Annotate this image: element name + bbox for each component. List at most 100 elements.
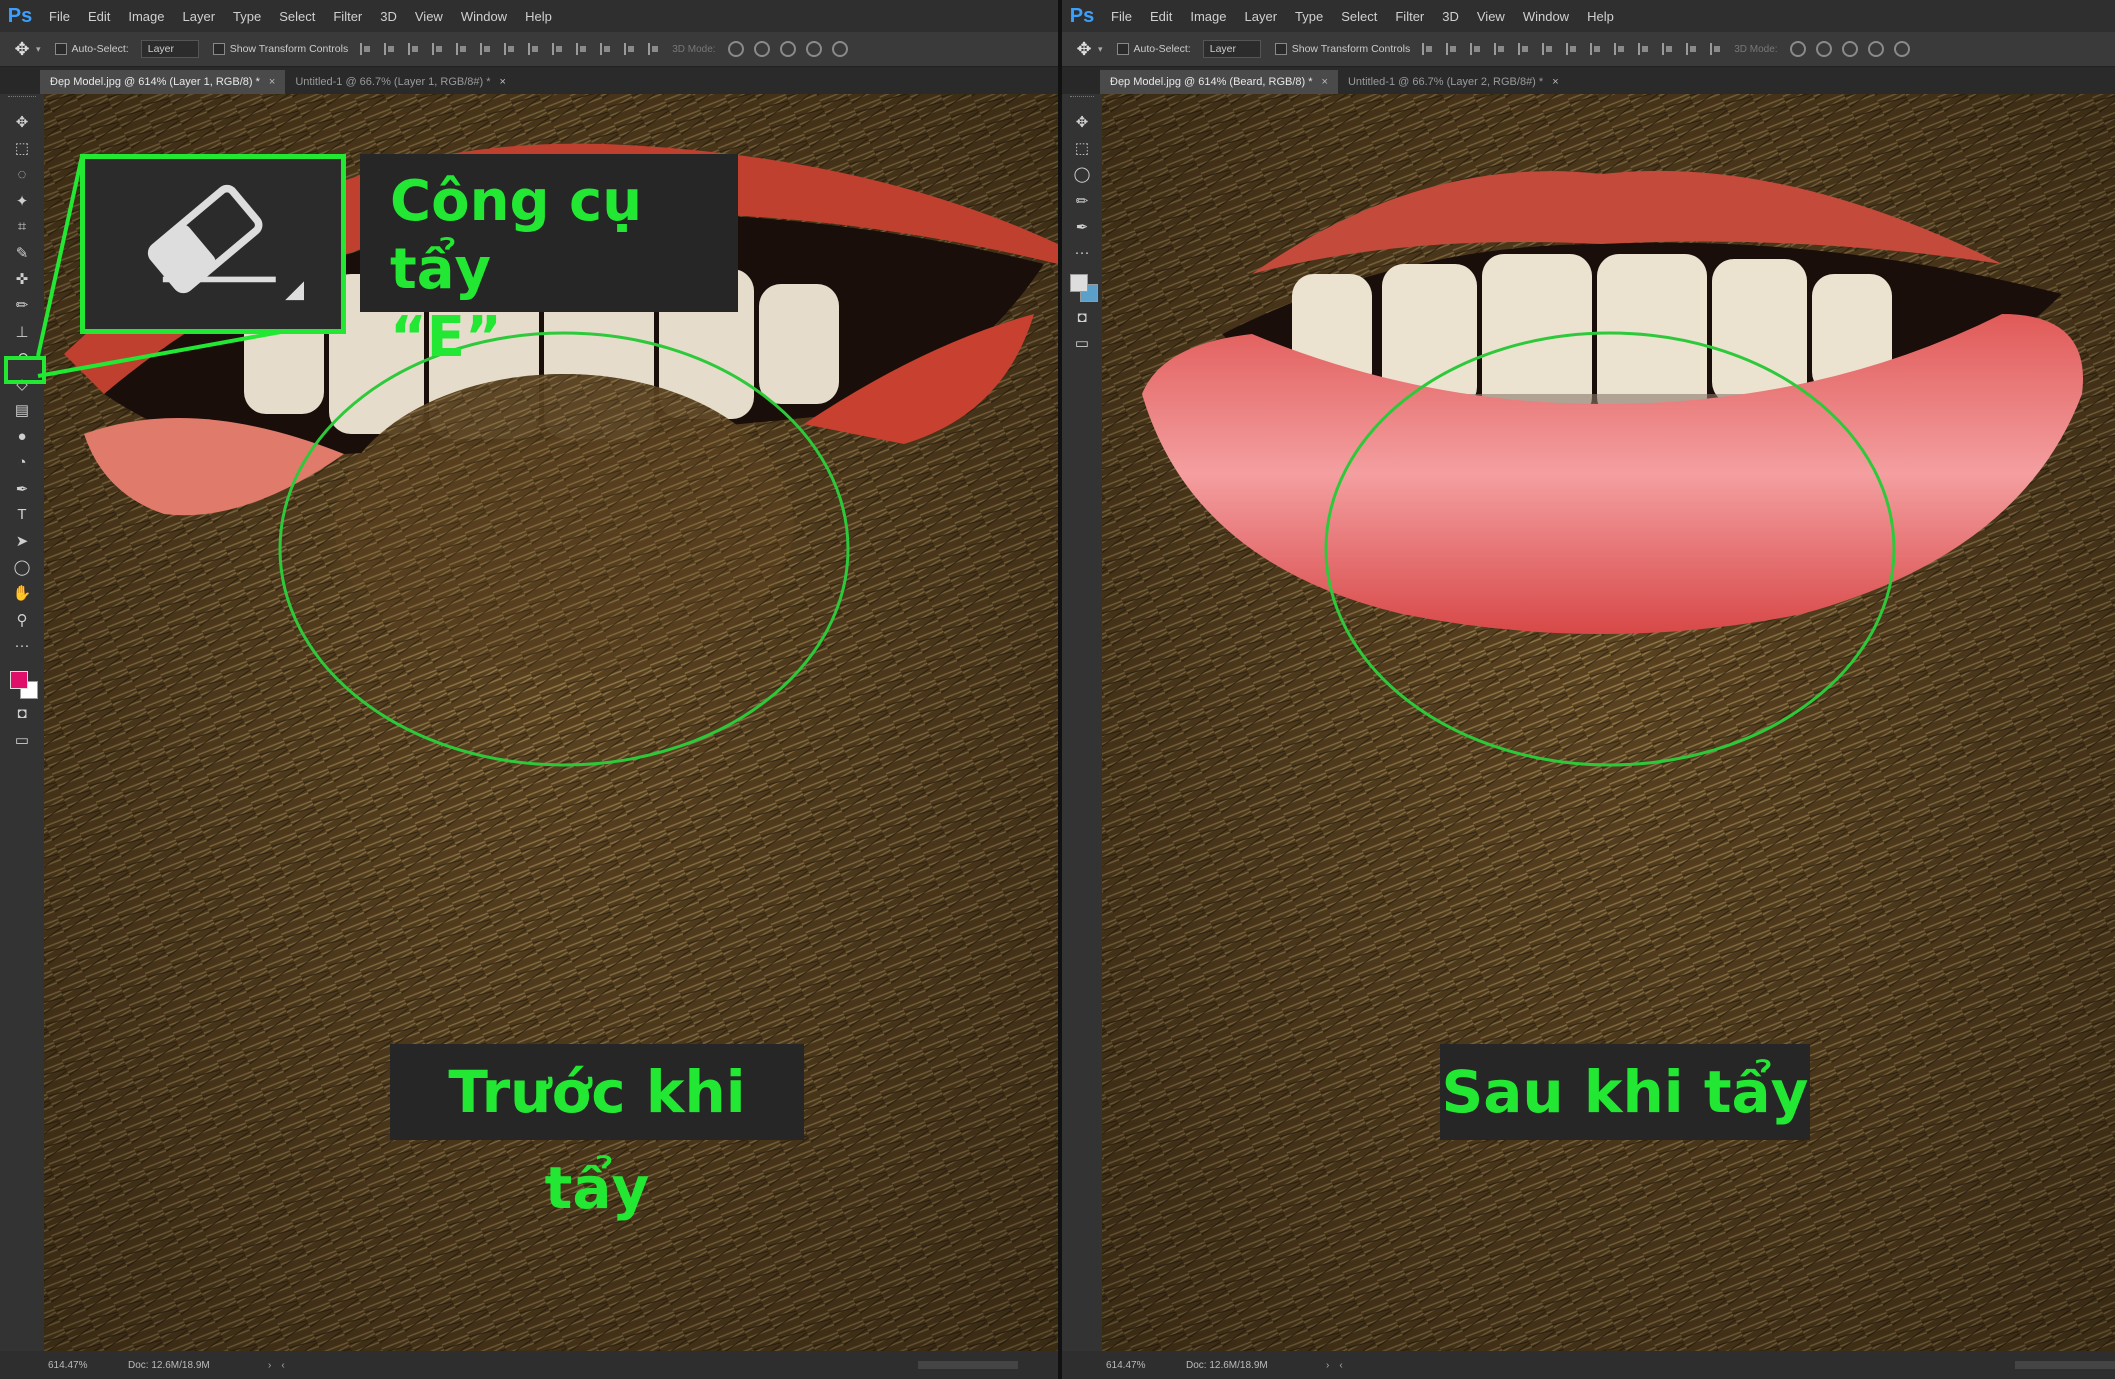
foreground-color-swatch[interactable] — [10, 670, 28, 689]
crop-tool-icon[interactable]: ⌗ — [9, 216, 35, 238]
3d-rotate-icon[interactable] — [727, 41, 744, 57]
screen-mode-icon[interactable]: ▭ — [1069, 332, 1095, 354]
align-center-icon[interactable] — [456, 43, 468, 55]
marquee-tool-icon[interactable]: ⬚ — [1069, 137, 1095, 159]
more-tools-icon[interactable]: ··· — [9, 635, 35, 657]
horizontal-scrollbar[interactable] — [2015, 1361, 2115, 1369]
menu-help[interactable]: Help — [516, 9, 561, 24]
distribute-right-icon[interactable] — [1686, 43, 1698, 55]
3d-slide-icon[interactable] — [805, 41, 822, 57]
menu-view[interactable]: View — [406, 9, 452, 24]
chevron-down-icon[interactable]: ▾ — [1098, 44, 1103, 55]
distribute-top-icon[interactable] — [1566, 43, 1578, 55]
distribute-left-icon[interactable] — [576, 43, 588, 55]
menu-file[interactable]: File — [1102, 9, 1141, 24]
menu-type[interactable]: Type — [1286, 9, 1332, 24]
3d-scale-icon[interactable] — [831, 41, 848, 57]
menu-image[interactable]: Image — [1181, 9, 1235, 24]
auto-select-checkbox[interactable] — [54, 43, 67, 55]
menu-image[interactable]: Image — [119, 9, 173, 24]
distribute-top-icon[interactable] — [504, 43, 516, 55]
brush-tool-icon[interactable]: ✏ — [1069, 190, 1095, 212]
chevron-right-icon[interactable]: › — [268, 1360, 271, 1371]
distribute-middle-icon[interactable] — [528, 43, 540, 55]
3d-pan-icon[interactable] — [779, 41, 796, 57]
3d-rotate-icon[interactable] — [1789, 41, 1806, 57]
close-icon[interactable]: × — [500, 76, 506, 88]
zoom-level[interactable]: 614.47% — [48, 1360, 128, 1371]
clone-stamp-icon[interactable]: ⊥ — [9, 321, 35, 343]
tab-untitled-1[interactable]: Untitled-1 @ 66.7% (Layer 2, RGB/8#) * × — [1338, 70, 1569, 94]
align-bottom-icon[interactable] — [1470, 43, 1482, 55]
menu-3d[interactable]: 3D — [371, 9, 406, 24]
menu-window[interactable]: Window — [452, 9, 516, 24]
menu-select[interactable]: Select — [270, 9, 324, 24]
move-tool-icon[interactable]: ✥ — [1070, 39, 1098, 60]
move-tool-icon[interactable]: ✥ — [9, 111, 35, 133]
align-middle-icon[interactable] — [384, 43, 396, 55]
lasso-tool-icon[interactable]: ◌ — [9, 163, 35, 185]
distribute-bottom-icon[interactable] — [1614, 43, 1626, 55]
eyedropper-icon[interactable]: ✎ — [9, 242, 35, 264]
distribute-middle-icon[interactable] — [1590, 43, 1602, 55]
chevron-left-icon[interactable]: ‹ — [1339, 1360, 1342, 1371]
align-right-icon[interactable] — [1542, 43, 1554, 55]
foreground-color-swatch[interactable] — [1070, 274, 1088, 293]
ellipse-tool-icon[interactable]: ◯ — [1069, 163, 1095, 185]
more-tools-icon[interactable]: ··· — [1069, 242, 1095, 264]
close-icon[interactable]: × — [269, 76, 275, 88]
distribute-left-icon[interactable] — [1638, 43, 1650, 55]
menu-filter[interactable]: Filter — [1386, 9, 1433, 24]
panel-grip[interactable] — [1070, 96, 1094, 103]
pen-tool-icon[interactable]: ✒ — [9, 478, 35, 500]
menu-layer[interactable]: Layer — [1236, 9, 1287, 24]
align-middle-icon[interactable] — [1446, 43, 1458, 55]
dodge-tool-icon[interactable]: ◔ — [9, 451, 35, 473]
3d-slide-icon[interactable] — [1867, 41, 1884, 57]
menu-select[interactable]: Select — [1332, 9, 1386, 24]
menu-filter[interactable]: Filter — [324, 9, 371, 24]
transform-controls-checkbox[interactable] — [212, 43, 225, 55]
ellipse-tool-icon[interactable]: ◯ — [9, 556, 35, 578]
3d-roll-icon[interactable] — [1815, 41, 1832, 57]
pen-tool-icon[interactable]: ✒ — [1069, 216, 1095, 238]
menu-edit[interactable]: Edit — [1141, 9, 1181, 24]
path-selection-icon[interactable]: ➤ — [9, 530, 35, 552]
move-tool-icon[interactable]: ✥ — [8, 39, 36, 60]
3d-scale-icon[interactable] — [1893, 41, 1910, 57]
chevron-right-icon[interactable]: › — [1326, 1360, 1329, 1371]
distribute-right-icon[interactable] — [624, 43, 636, 55]
move-tool-icon[interactable]: ✥ — [1069, 111, 1095, 133]
auto-select-checkbox[interactable] — [1116, 43, 1129, 55]
3d-roll-icon[interactable] — [753, 41, 770, 57]
brush-tool-icon[interactable]: ✏ — [9, 294, 35, 316]
menu-3d[interactable]: 3D — [1433, 9, 1468, 24]
align-left-icon[interactable] — [432, 43, 444, 55]
layer-select[interactable]: Layer — [1202, 40, 1261, 58]
distribute-bottom-icon[interactable] — [552, 43, 564, 55]
align-top-icon[interactable] — [1422, 43, 1434, 55]
chevron-left-icon[interactable]: ‹ — [281, 1360, 284, 1371]
auto-align-icon[interactable] — [1710, 43, 1722, 55]
close-icon[interactable]: × — [1322, 76, 1328, 88]
marquee-tool-icon[interactable]: ⬚ — [9, 137, 35, 159]
blur-tool-icon[interactable]: ● — [9, 425, 35, 447]
chevron-down-icon[interactable]: ▾ — [36, 44, 41, 55]
align-center-icon[interactable] — [1518, 43, 1530, 55]
transform-controls-checkbox[interactable] — [1274, 43, 1287, 55]
align-bottom-icon[interactable] — [408, 43, 420, 55]
align-left-icon[interactable] — [1494, 43, 1506, 55]
menu-window[interactable]: Window — [1514, 9, 1578, 24]
type-tool-icon[interactable]: T — [9, 504, 35, 526]
distribute-center-icon[interactable] — [600, 43, 612, 55]
gradient-tool-icon[interactable]: ▤ — [9, 399, 35, 421]
layer-select[interactable]: Layer — [140, 40, 199, 58]
image-canvas[interactable] — [1102, 94, 2115, 1351]
screen-mode-icon[interactable]: ▭ — [9, 729, 35, 751]
panel-grip[interactable] — [8, 96, 36, 103]
zoom-tool-icon[interactable]: ⚲ — [9, 609, 35, 631]
quick-mask-icon[interactable]: ◘ — [9, 703, 35, 725]
tab-dep-model[interactable]: Đẹp Model.jpg @ 614% (Beard, RGB/8) * × — [1100, 70, 1338, 94]
menu-edit[interactable]: Edit — [79, 9, 119, 24]
tab-untitled-1[interactable]: Untitled-1 @ 66.7% (Layer 1, RGB/8#) * × — [285, 70, 516, 94]
